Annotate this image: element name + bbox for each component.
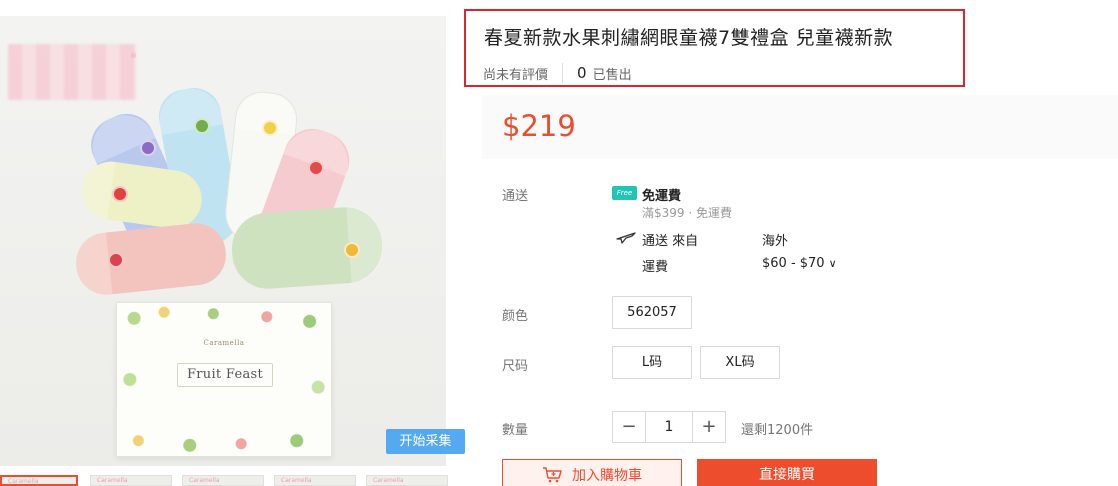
quantity-increase-button[interactable]: + <box>693 412 725 442</box>
add-to-cart-button[interactable]: 加入購物車 <box>502 459 682 486</box>
shipping-label: 通送 <box>502 189 529 204</box>
add-to-cart-label: 加入購物車 <box>572 468 642 484</box>
avocado-embroidery-icon <box>194 118 210 134</box>
box-title: Fruit Feast <box>177 363 273 387</box>
sold-count: 0 <box>577 64 587 82</box>
size-label: 尺码 <box>502 359 529 374</box>
box-brand: Caramella <box>203 339 245 347</box>
thumbnail-item[interactable]: Caramella <box>0 475 78 486</box>
cart-plus-icon <box>543 467 562 483</box>
gift-box: Caramella Fruit Feast <box>116 302 332 457</box>
thumbnail-item[interactable]: Caramella <box>182 475 264 486</box>
buy-now-button[interactable]: 直接購買 <box>697 459 877 486</box>
quantity-decrease-button[interactable]: − <box>613 412 645 442</box>
registered-mark: ® <box>130 52 137 60</box>
shipping-fee-dropdown[interactable]: $60 - $70 ∨ <box>762 256 837 271</box>
quantity-stepper: − 1 + <box>612 411 726 443</box>
quantity-input[interactable]: 1 <box>645 412 693 442</box>
watermelon-embroidery-icon <box>308 160 324 176</box>
size-option-xl[interactable]: XL码 <box>700 346 780 379</box>
sock-salmon <box>73 220 229 298</box>
thumbnail-strip: Caramella Caramella Caramella Caramella … <box>0 475 470 486</box>
shipping-fee-label: 運費 <box>642 260 669 275</box>
sold-label: 已售出 <box>592 67 632 83</box>
blurred-logo <box>8 44 136 100</box>
ship-from-value: 海外 <box>762 234 789 249</box>
airplane-icon <box>616 232 636 244</box>
thumbnail-item[interactable]: Caramella <box>366 475 448 486</box>
shipping-fee-value: $60 - $70 <box>762 256 825 271</box>
free-shipping-condition: 滿$399 · 免運費 <box>642 206 732 220</box>
main-product-image[interactable]: ® Caramella Fruit Feast <box>0 16 446 466</box>
color-option[interactable]: 562057 <box>612 296 692 329</box>
free-shipping-title: 免運費 <box>642 189 682 204</box>
raspberry-embroidery-icon <box>108 252 124 268</box>
banana-embroidery-icon <box>262 120 278 136</box>
grape-embroidery-icon <box>140 140 156 156</box>
size-option-l[interactable]: L码 <box>612 346 692 379</box>
ship-from-label: 通送 來自 <box>642 234 699 249</box>
sock-green <box>229 204 385 292</box>
stock-remaining: 還剩1200件 <box>741 423 814 438</box>
pineapple-embroidery-icon <box>344 242 360 258</box>
product-gallery: ® Caramella Fruit Feast 开始采集 Caramella C… <box>0 0 470 486</box>
strawberry-embroidery-icon <box>112 186 128 202</box>
rating-text[interactable]: 尚未有評價 <box>483 64 548 83</box>
thumbnail-item[interactable]: Caramella <box>274 475 356 486</box>
color-label: 颜色 <box>502 309 529 324</box>
product-title: 春夏新款水果刺繡網眼童襪7雙禮盒 兒童襪新款 <box>484 27 894 49</box>
quantity-label: 數量 <box>502 423 529 438</box>
product-price: $219 <box>502 109 576 143</box>
product-meta: 尚未有評價 0 已售出 <box>483 63 632 83</box>
meta-divider <box>562 63 564 83</box>
thumbnail-item[interactable]: Caramella <box>90 475 172 486</box>
product-title-highlight: 春夏新款水果刺繡網眼童襪7雙禮盒 兒童襪新款 尚未有評價 0 已售出 <box>464 9 965 87</box>
chevron-down-icon: ∨ <box>828 257 837 270</box>
start-collect-button[interactable]: 开始采集 <box>386 429 465 454</box>
free-shipping-truck-icon: Free <box>612 186 637 200</box>
price-section: $219 <box>482 95 1118 159</box>
